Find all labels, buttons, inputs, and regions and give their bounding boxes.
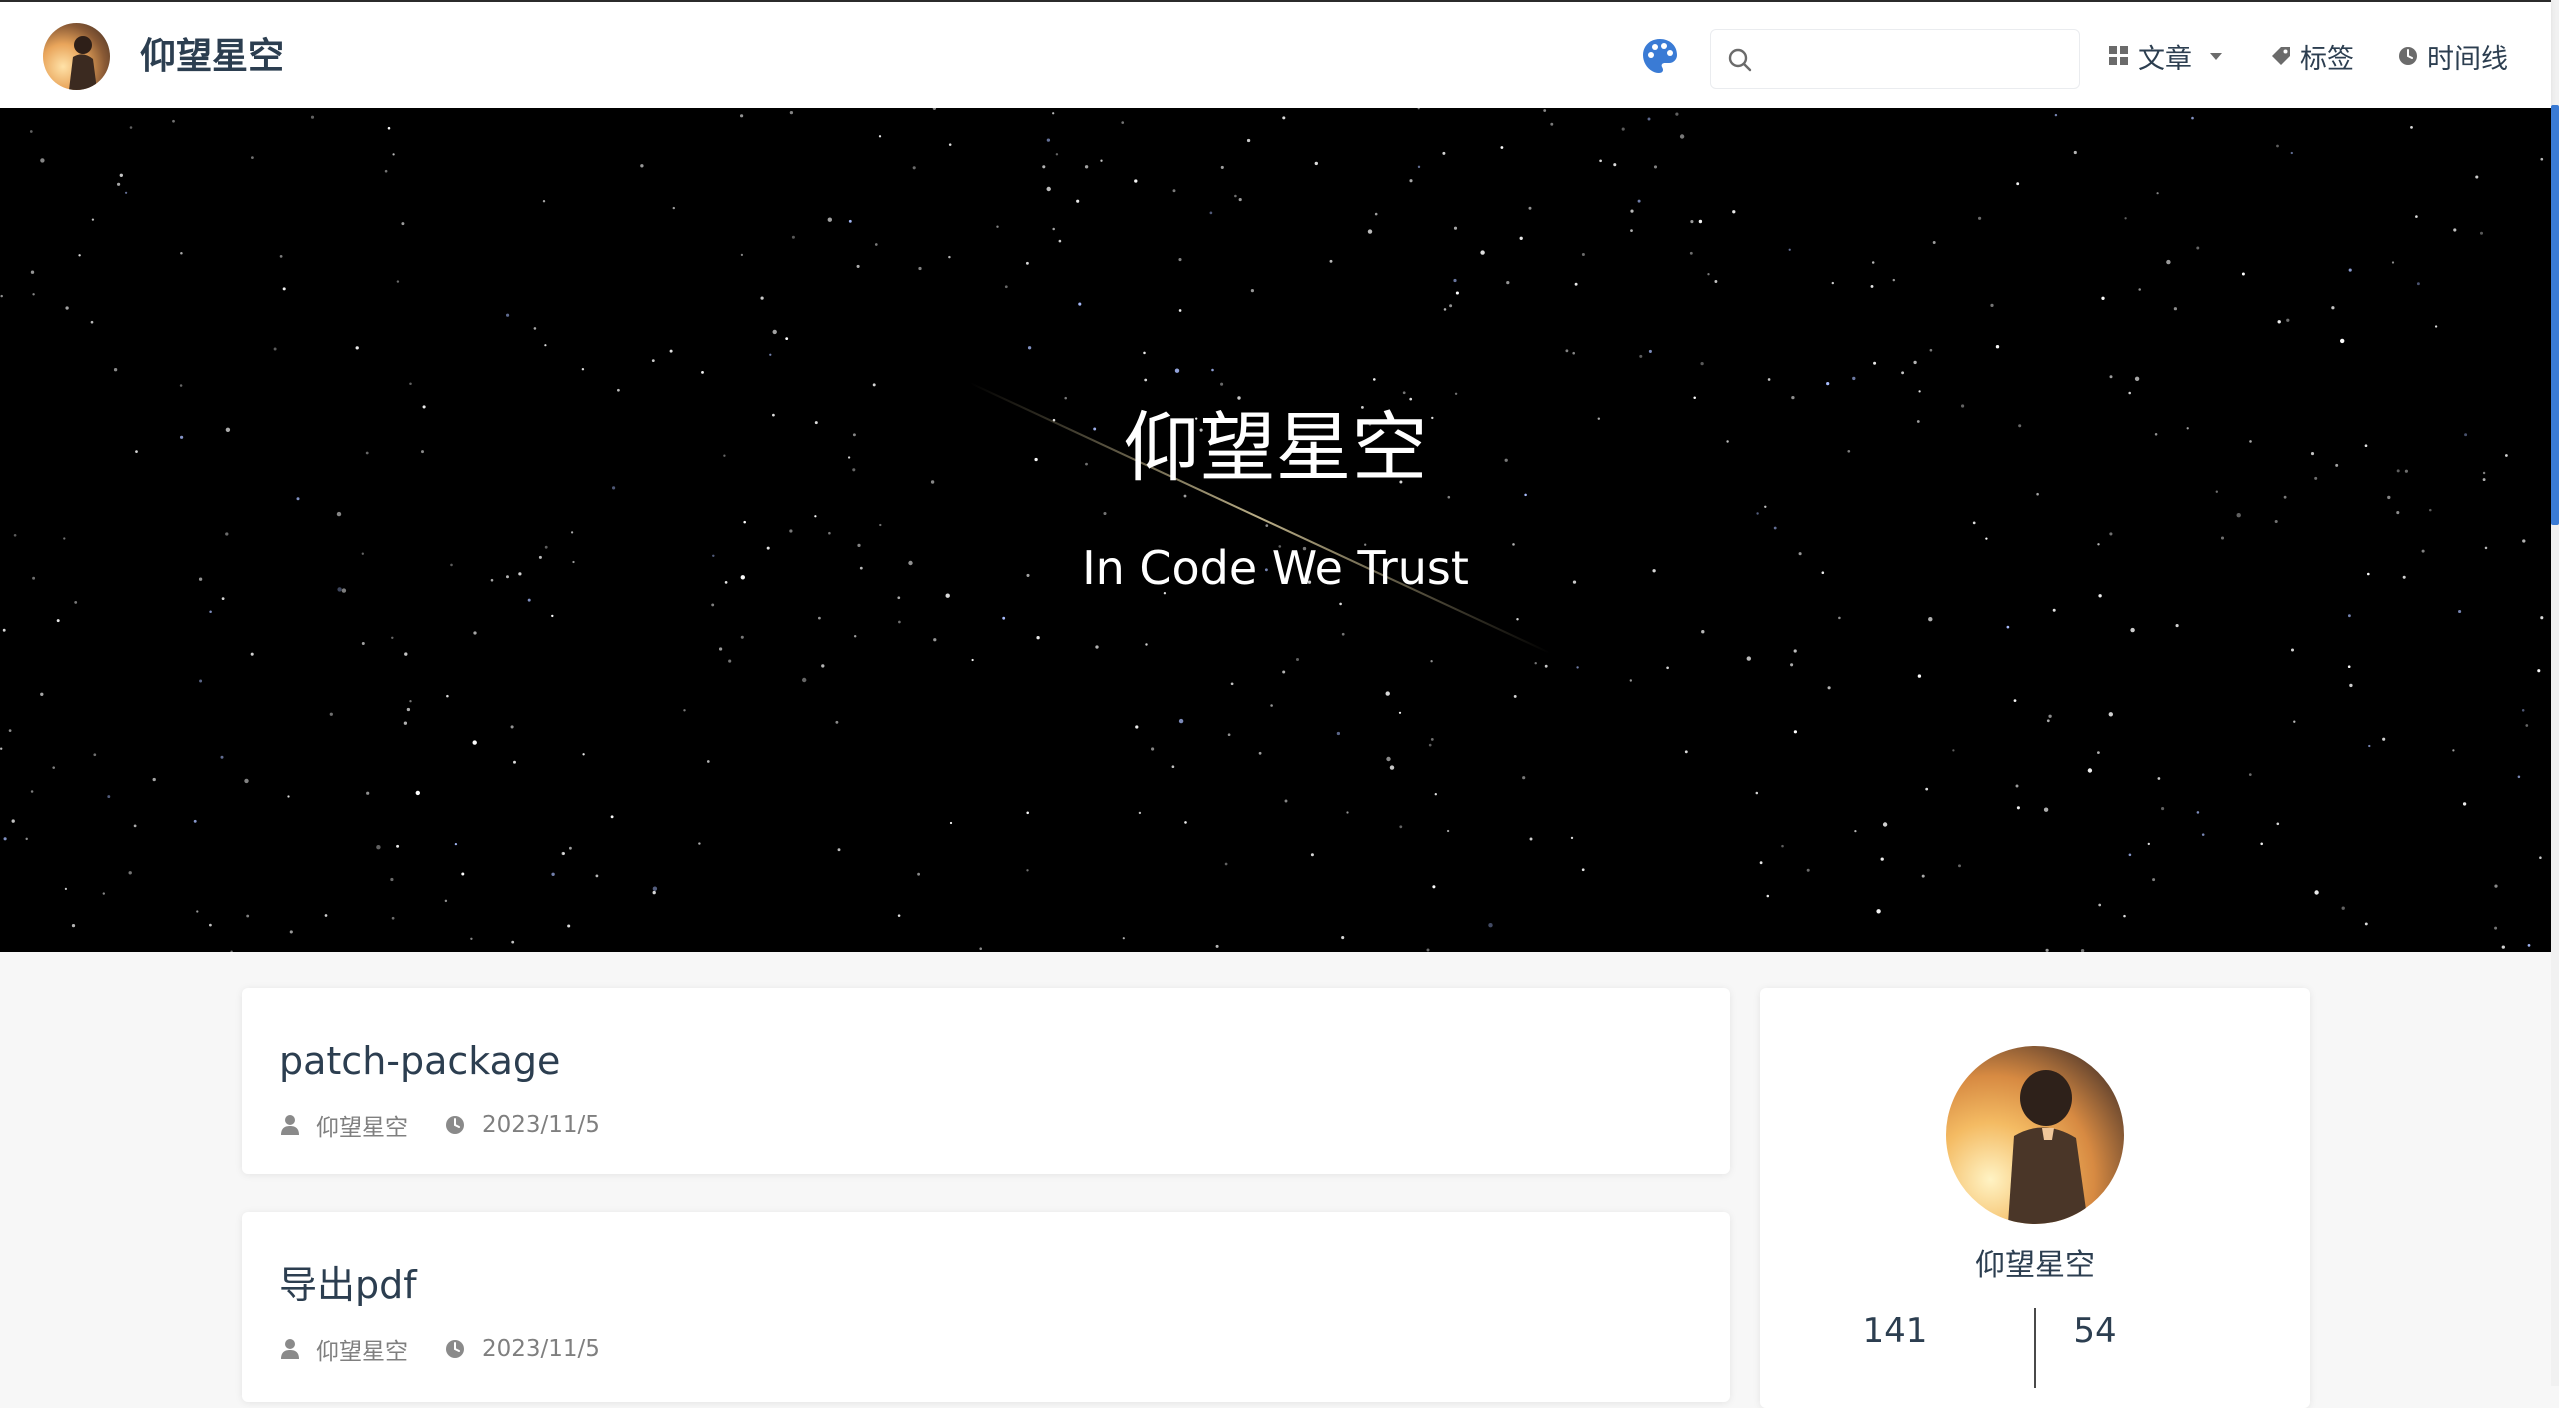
articles-count[interactable]: 141 [1795,1306,1995,1356]
hero-subtitle: In Code We Trust [1082,541,1469,595]
post-author: 仰望星空 [316,1339,408,1365]
nav-articles-dropdown[interactable]: 文章 [2108,36,2224,76]
scrollbar-thumb[interactable] [2551,105,2559,525]
post-date-group: 2023/11/5 [444,1336,600,1362]
site-name[interactable]: 仰望星空 [140,32,284,82]
search-icon [1728,48,1752,72]
hero-banner: 仰望星空 In Code We Trust [0,108,2551,952]
avatar[interactable] [1946,1046,2124,1224]
chevron-down-icon [2210,53,2222,60]
tag-icon [2272,47,2290,65]
clock-icon [446,1340,464,1358]
post-date: 2023/11/5 [482,1336,600,1362]
nav-timeline-label: 时间线 [2427,43,2508,75]
nav-articles-label: 文章 [2138,43,2192,75]
grid-icon [2109,46,2128,65]
avatar-illustration [2008,1070,2088,1224]
profile-card: 仰望星空 141 54 [1760,988,2310,1408]
nav-tags-link[interactable]: 标签 [2270,36,2354,76]
profile-stats: 141 54 [1760,1306,2310,1388]
post-meta: 仰望星空 2023/11/5 [280,1332,600,1366]
post-card[interactable]: 导出pdf 仰望星空 2023/11/5 [242,1212,1730,1402]
profile-name: 仰望星空 [1975,1248,2095,1283]
page-scrollbar[interactable] [2551,0,2559,1386]
post-title[interactable]: patch-package [279,1036,560,1086]
clock-icon [446,1116,464,1134]
nav-tags-label: 标签 [2300,43,2354,75]
post-author: 仰望星空 [316,1115,408,1141]
palette-icon[interactable] [1640,36,1680,76]
user-icon [281,1339,299,1359]
logo-illustration [69,36,97,90]
clock-icon [2399,47,2417,65]
starfield-background [0,108,2544,952]
post-card[interactable]: patch-package 仰望星空 2023/11/5 [242,988,1730,1174]
tags-count[interactable]: 54 [1995,1306,2195,1356]
hero-title: 仰望星空 [1123,403,1428,492]
post-date-group: 2023/11/5 [444,1112,600,1138]
nav-timeline-link[interactable]: 时间线 [2397,36,2508,76]
search-input[interactable] [1761,36,2071,82]
site-logo[interactable] [43,23,110,90]
top-navbar: 仰望星空 文章 标签 时间线 [0,0,2551,108]
post-title[interactable]: 导出pdf [279,1260,417,1310]
post-meta: 仰望星空 2023/11/5 [280,1108,600,1142]
user-icon [281,1115,299,1135]
search-box[interactable] [1710,29,2080,89]
post-date: 2023/11/5 [482,1112,600,1138]
